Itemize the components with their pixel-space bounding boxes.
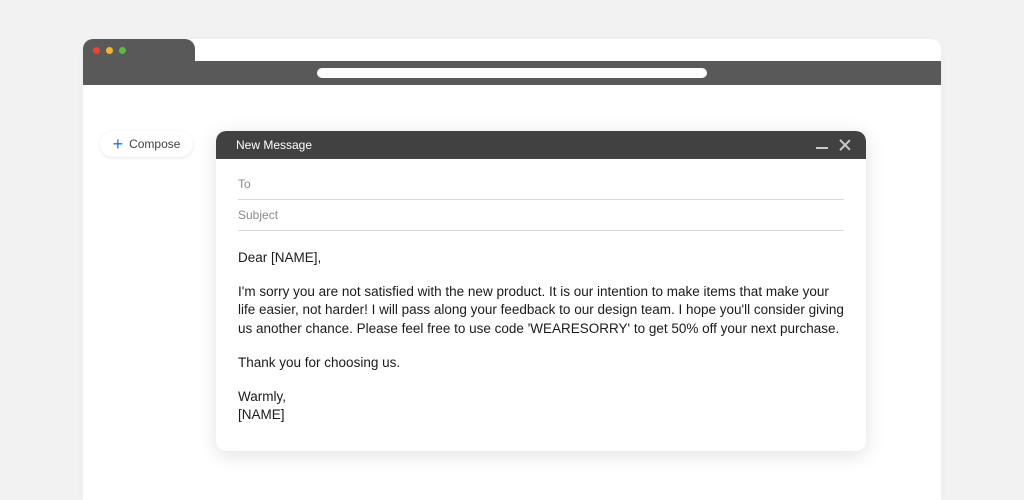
signature-line: [NAME]: [238, 407, 285, 422]
browser-tab-bar: [83, 39, 195, 61]
minimize-icon[interactable]: [816, 147, 828, 149]
plus-icon: +: [113, 135, 124, 153]
window-close-icon[interactable]: [93, 47, 100, 54]
message-body[interactable]: Dear [NAME], I'm sorry you are not satis…: [216, 231, 866, 451]
new-message-window: New Message To Subject Dear [NAME], I'm …: [216, 131, 866, 451]
message-title: New Message: [236, 138, 312, 152]
window-maximize-icon[interactable]: [119, 47, 126, 54]
close-icon[interactable]: [838, 138, 852, 152]
signoff-block: Warmly, [NAME]: [238, 388, 844, 424]
message-window-controls: [816, 138, 852, 152]
browser-toolbar: [83, 61, 941, 85]
message-fields: To Subject: [216, 159, 866, 231]
window-minimize-icon[interactable]: [106, 47, 113, 54]
signoff-line: Warmly,: [238, 389, 286, 404]
body-paragraph-2: Thank you for choosing us.: [238, 354, 844, 372]
message-header: New Message: [216, 131, 866, 159]
body-paragraph-1: I'm sorry you are not satisfied with the…: [238, 283, 844, 338]
to-field[interactable]: To: [238, 169, 844, 200]
subject-field[interactable]: Subject: [238, 200, 844, 231]
compose-label: Compose: [129, 137, 180, 151]
subject-label: Subject: [238, 208, 278, 222]
url-bar[interactable]: [317, 68, 707, 78]
greeting-line: Dear [NAME],: [238, 249, 844, 267]
to-label: To: [238, 177, 251, 191]
compose-button[interactable]: + Compose: [100, 131, 193, 157]
